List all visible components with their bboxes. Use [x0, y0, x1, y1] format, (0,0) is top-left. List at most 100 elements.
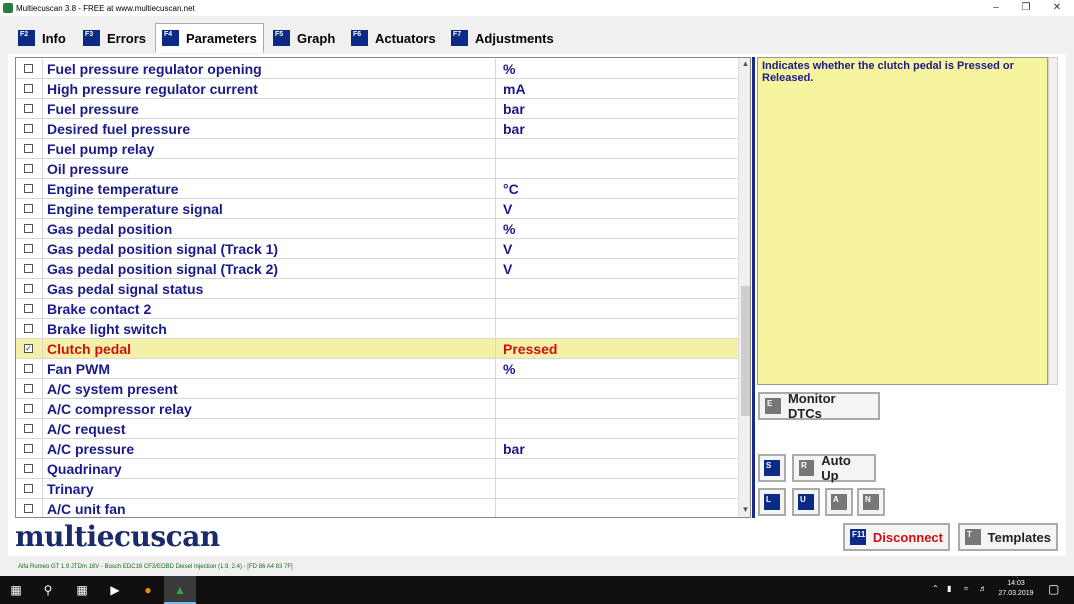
parameter-checkbox[interactable] — [24, 124, 33, 133]
parameter-checkbox[interactable] — [24, 104, 33, 113]
parameter-name: A/C system present — [47, 381, 178, 397]
search-icon[interactable]: ⚲ — [40, 582, 56, 598]
tab-adjustments[interactable]: F7 Adjustments — [444, 23, 561, 53]
parameter-value: V — [503, 241, 513, 257]
scroll-up-icon[interactable]: ▲ — [739, 58, 750, 70]
tab-actuators[interactable]: F6 Actuators — [344, 23, 443, 53]
parameter-row[interactable]: High pressure regulator current mA — [16, 79, 738, 99]
parameter-checkbox[interactable] — [24, 84, 33, 93]
tab-graph[interactable]: F5 Graph — [266, 23, 342, 53]
parameter-checkbox[interactable] — [24, 184, 33, 193]
parameter-value: V — [503, 261, 513, 277]
s-button[interactable]: S — [758, 454, 786, 482]
parameter-checkbox[interactable] — [24, 404, 33, 413]
parameter-row[interactable]: Engine temperature °C — [16, 179, 738, 199]
parameter-row[interactable]: A/C unit fan — [16, 499, 738, 517]
tab-parameters[interactable]: F4 Parameters — [155, 23, 264, 53]
parameter-row[interactable]: Fan PWM% — [16, 359, 738, 379]
parameter-checkbox[interactable] — [24, 284, 33, 293]
column-separator — [495, 299, 496, 318]
parameter-checkbox[interactable] — [24, 144, 33, 153]
media-player-icon[interactable]: ▶ — [107, 582, 123, 598]
u-button[interactable]: U — [792, 488, 820, 516]
parameter-row[interactable]: A/C system present — [16, 379, 738, 399]
parameter-checkbox[interactable] — [24, 324, 33, 333]
column-separator — [42, 259, 43, 278]
templates-button[interactable]: T Templates — [958, 523, 1058, 551]
column-separator — [495, 479, 496, 498]
windows-start-icon[interactable]: ▦ — [8, 582, 24, 598]
l-button[interactable]: L — [758, 488, 786, 516]
parameter-row[interactable]: Brake light switch — [16, 319, 738, 339]
parameter-name: Gas pedal position signal (Track 1) — [47, 241, 279, 257]
calculator-icon[interactable]: ▦ — [74, 582, 90, 598]
parameter-value: V — [503, 201, 513, 217]
parameter-row[interactable]: Fuel pressure regulator opening% — [16, 59, 738, 79]
auto-up-button[interactable]: R Auto Up — [792, 453, 876, 483]
monitor-dtcs-button[interactable]: E Monitor DTCs — [758, 391, 880, 421]
close-icon[interactable]: ✕ — [1042, 2, 1072, 14]
parameter-row[interactable]: A/C pressure bar — [16, 439, 738, 459]
scroll-thumb[interactable] — [741, 286, 750, 416]
parameter-checkbox[interactable] — [24, 444, 33, 453]
firefox-icon[interactable]: ● — [140, 582, 156, 598]
notifications-icon[interactable]: ▢ — [1048, 582, 1059, 596]
parameter-checkbox[interactable] — [24, 424, 33, 433]
tab-info[interactable]: F2 Info — [11, 23, 73, 53]
a-button[interactable]: A — [825, 488, 853, 516]
parameter-row[interactable]: Quadrinary — [16, 459, 738, 479]
column-separator — [495, 339, 496, 358]
parameter-checkbox[interactable] — [24, 164, 33, 173]
column-separator — [42, 59, 43, 78]
parameter-row[interactable]: Desired fuel pressure bar — [16, 119, 738, 139]
parameters-table: Fuel pressure regulator opening% High pre… — [15, 57, 751, 518]
parameter-checkbox[interactable] — [24, 484, 33, 493]
volume-icon[interactable]: ♬ — [979, 584, 987, 593]
parameter-row[interactable]: Fuel pump relay — [16, 139, 738, 159]
parameter-row[interactable]: Gas pedal position signal (Track 2) V — [16, 259, 738, 279]
description-scrollbar[interactable] — [1048, 57, 1058, 385]
multiecuscan-taskbar-item[interactable]: ▲ — [164, 576, 196, 604]
parameter-row[interactable]: ✓ Clutch pedal Pressed — [16, 339, 738, 359]
n-button[interactable]: N — [857, 488, 885, 516]
column-separator — [495, 359, 496, 378]
parameter-checkbox[interactable] — [24, 224, 33, 233]
scroll-down-icon[interactable]: ▼ — [739, 504, 750, 516]
status-bar: Alfa Romeo GT 1.9 JTDm 16V - Bosch EDC16… — [0, 561, 1074, 575]
parameter-row[interactable]: Gas pedal position signal (Track 1) V — [16, 239, 738, 259]
restore-icon[interactable]: ❐ — [1011, 2, 1041, 14]
parameter-checkbox[interactable] — [24, 364, 33, 373]
wifi-icon[interactable]: ≈ — [964, 584, 968, 593]
parameter-value: bar — [503, 101, 525, 117]
disconnect-button[interactable]: F11 Disconnect — [843, 523, 950, 551]
parameter-row[interactable]: Oil pressure — [16, 159, 738, 179]
minimize-icon[interactable]: – — [981, 2, 1011, 14]
tab-label: Actuators — [375, 30, 436, 46]
parameter-row[interactable]: Engine temperature signal V — [16, 199, 738, 219]
taskbar-clock[interactable]: 14:03 27.03.2019 — [994, 579, 1038, 599]
parameter-checkbox[interactable] — [24, 244, 33, 253]
parameter-name: Oil pressure — [47, 161, 129, 177]
parameter-row[interactable]: Brake contact 2 — [16, 299, 738, 319]
window-title: Multiecuscan 3.8 - FREE at www.multiecus… — [16, 4, 195, 13]
parameter-row[interactable]: Trinary — [16, 479, 738, 499]
tab-errors[interactable]: F3 Errors — [76, 23, 153, 53]
battery-icon[interactable]: ▮ — [947, 584, 951, 593]
parameter-row[interactable]: Fuel pressure bar — [16, 99, 738, 119]
parameter-checkbox[interactable] — [24, 304, 33, 313]
tab-label: Graph — [297, 30, 336, 46]
parameter-checkbox[interactable] — [24, 264, 33, 273]
chevron-up-icon[interactable]: ⌃ — [932, 584, 939, 593]
parameter-checkbox[interactable] — [24, 504, 33, 513]
parameters-scrollbar[interactable]: ▲ ▼ — [738, 58, 750, 517]
parameter-checkbox[interactable] — [24, 384, 33, 393]
parameter-row[interactable]: A/C compressor relay — [16, 399, 738, 419]
parameter-row[interactable]: A/C request — [16, 419, 738, 439]
parameter-checkbox[interactable]: ✓ — [24, 344, 33, 353]
panel-divider[interactable] — [752, 57, 755, 518]
parameter-checkbox[interactable] — [24, 464, 33, 473]
parameter-checkbox[interactable] — [24, 64, 33, 73]
parameter-row[interactable]: Gas pedal position% — [16, 219, 738, 239]
parameter-row[interactable]: Gas pedal signal status — [16, 279, 738, 299]
parameter-checkbox[interactable] — [24, 204, 33, 213]
